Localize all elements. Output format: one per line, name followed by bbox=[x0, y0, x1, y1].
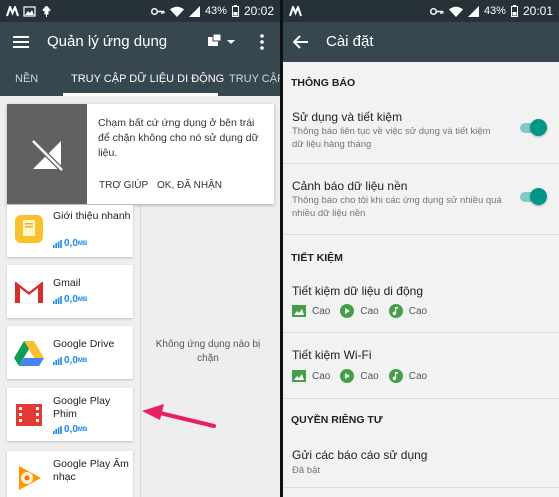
data-signal-icon bbox=[53, 356, 62, 365]
menu-icon[interactable] bbox=[13, 35, 29, 49]
app-data-usage: 0,0 MB bbox=[53, 294, 87, 305]
app-name: Google Play Âm nhạc bbox=[53, 458, 129, 483]
data-signal-icon bbox=[53, 239, 62, 248]
no-blocked-apps-message: Không ứng dụng nào bị chặn bbox=[155, 339, 261, 364]
app-card-google-play-movies[interactable]: Google Play Phim 0,0 MB bbox=[7, 388, 133, 441]
view-mode-dropdown[interactable] bbox=[208, 33, 236, 55]
battery-percent: 43% bbox=[483, 5, 506, 17]
battery-icon bbox=[510, 5, 518, 17]
key-icon bbox=[429, 7, 444, 15]
page-title: Cài đặt bbox=[326, 33, 374, 50]
app-card-quick-intro[interactable]: Giới thiệu nhanh 0,0 MB bbox=[7, 205, 133, 257]
no-data-icon bbox=[29, 137, 65, 173]
divider bbox=[283, 332, 559, 333]
app-name: Google Play Phim bbox=[53, 395, 111, 420]
divider bbox=[283, 487, 559, 488]
help-button[interactable]: TRỢ GIÚP bbox=[99, 180, 148, 191]
status-bar: 43% 20:02 bbox=[0, 0, 280, 22]
app-manager-screen: 43% 20:02 Quản lý ứng dụng NỀN TRUY CẬP … bbox=[0, 0, 280, 497]
google-drive-app-icon bbox=[14, 341, 44, 366]
image-quality-icon bbox=[292, 370, 306, 382]
dialog-message: Chạm bất cứ ứng dụng ở bên trái để chặn … bbox=[98, 117, 259, 159]
setting-subtitle: Đã bật bbox=[292, 465, 320, 476]
quick-intro-app-icon bbox=[15, 215, 43, 243]
tab-access[interactable]: TRUY CẬP bbox=[229, 62, 280, 96]
quality-levels: Cao Cao Cao bbox=[292, 369, 437, 383]
gmail-app-icon bbox=[14, 281, 44, 304]
setting-title: Cảnh báo dữ liệu nền bbox=[292, 179, 408, 193]
status-bar: 43% 20:01 bbox=[283, 0, 559, 22]
battery-icon bbox=[231, 5, 239, 17]
column-divider bbox=[140, 200, 141, 497]
setting-title: Sử dụng và tiết kiệm bbox=[292, 110, 403, 124]
setting-subtitle: Thông báo liên tục về việc sử dụng và ti… bbox=[292, 126, 491, 150]
data-signal-icon bbox=[53, 295, 62, 304]
section-header-saving: TIẾT KIỆM bbox=[291, 252, 343, 264]
tab-mobile-data-access[interactable]: TRUY CẬP DỮ LIỆU DI ĐỘNG bbox=[71, 62, 224, 96]
music-quality-icon bbox=[388, 304, 403, 318]
video-quality-icon bbox=[340, 304, 355, 318]
quality-levels: Cao Cao Cao bbox=[292, 304, 437, 318]
pin-icon bbox=[42, 5, 51, 17]
clock: 20:01 bbox=[522, 4, 553, 18]
page-title: Quản lý ứng dụng bbox=[47, 33, 168, 50]
tab-bar: NỀN TRUY CẬP DỮ LIỆU DI ĐỘNG TRUY CẬP bbox=[0, 62, 280, 96]
google-play-music-app-icon bbox=[19, 466, 41, 490]
image-quality-icon bbox=[292, 305, 306, 317]
section-header-notifications: THÔNG BÁO bbox=[291, 77, 356, 89]
setting-title: Gửi các báo cáo sử dụng bbox=[292, 448, 428, 462]
app-data-usage: 0,0 MB bbox=[53, 355, 87, 366]
arrow-annotation-icon bbox=[142, 404, 216, 428]
tip-dialog: Chạm bất cứ ứng dụng ở bên trái để chặn … bbox=[7, 104, 274, 204]
clock: 20:02 bbox=[243, 4, 274, 18]
divider bbox=[283, 398, 559, 399]
back-arrow-icon[interactable] bbox=[293, 35, 308, 49]
signal-icon bbox=[188, 5, 200, 17]
section-header-privacy: QUYỀN RIÊNG TƯ bbox=[291, 414, 383, 426]
dialog-illustration bbox=[7, 104, 87, 204]
more-options-icon[interactable] bbox=[259, 34, 265, 50]
setting-title: Tiết kiệm dữ liệu di động bbox=[292, 284, 423, 298]
wifi-icon bbox=[169, 6, 184, 17]
usage-toggle-switch[interactable] bbox=[517, 118, 547, 138]
toolbar: Quản lý ứng dụng bbox=[0, 22, 280, 62]
setting-title: Tiết kiệm Wi-Fi bbox=[292, 348, 372, 362]
app-name: Gmail bbox=[53, 277, 81, 289]
app-logo-icon bbox=[289, 5, 302, 16]
data-signal-icon bbox=[53, 425, 62, 434]
google-play-movies-app-icon bbox=[16, 404, 42, 426]
divider bbox=[283, 234, 559, 235]
app-card-google-drive[interactable]: Google Drive 0,0 MB bbox=[7, 326, 133, 379]
app-card-google-play-music[interactable]: Google Play Âm nhạc bbox=[7, 451, 133, 497]
battery-percent: 43% bbox=[204, 5, 227, 17]
app-data-usage: 0,0 MB bbox=[53, 238, 87, 249]
tab-background[interactable]: NỀN bbox=[15, 62, 38, 96]
app-name: Giới thiệu nhanh bbox=[53, 210, 131, 222]
music-quality-icon bbox=[388, 369, 403, 383]
divider bbox=[283, 163, 559, 164]
active-tab-indicator bbox=[63, 93, 218, 96]
app-card-gmail[interactable]: Gmail 0,0 MB bbox=[7, 265, 133, 318]
video-quality-icon bbox=[340, 369, 355, 383]
ok-got-it-button[interactable]: OK, ĐÃ NHẬN bbox=[157, 180, 222, 191]
setting-subtitle: Thông báo cho tôi khi các ứng dụng sử nh… bbox=[292, 195, 502, 219]
app-logo-icon bbox=[6, 5, 19, 16]
image-icon bbox=[23, 5, 36, 17]
wifi-icon bbox=[448, 6, 463, 17]
app-data-usage: 0,0 MB bbox=[53, 424, 87, 435]
key-icon bbox=[150, 7, 165, 15]
background-warning-toggle-switch[interactable] bbox=[517, 187, 547, 207]
settings-screen: 43% 20:01 Cài đặt THÔNG BÁO Sử dụng và t… bbox=[283, 0, 559, 497]
signal-icon bbox=[467, 5, 479, 17]
toolbar: Cài đặt bbox=[283, 22, 559, 62]
view-mode-icon bbox=[208, 33, 235, 46]
app-name: Google Drive bbox=[53, 338, 115, 350]
